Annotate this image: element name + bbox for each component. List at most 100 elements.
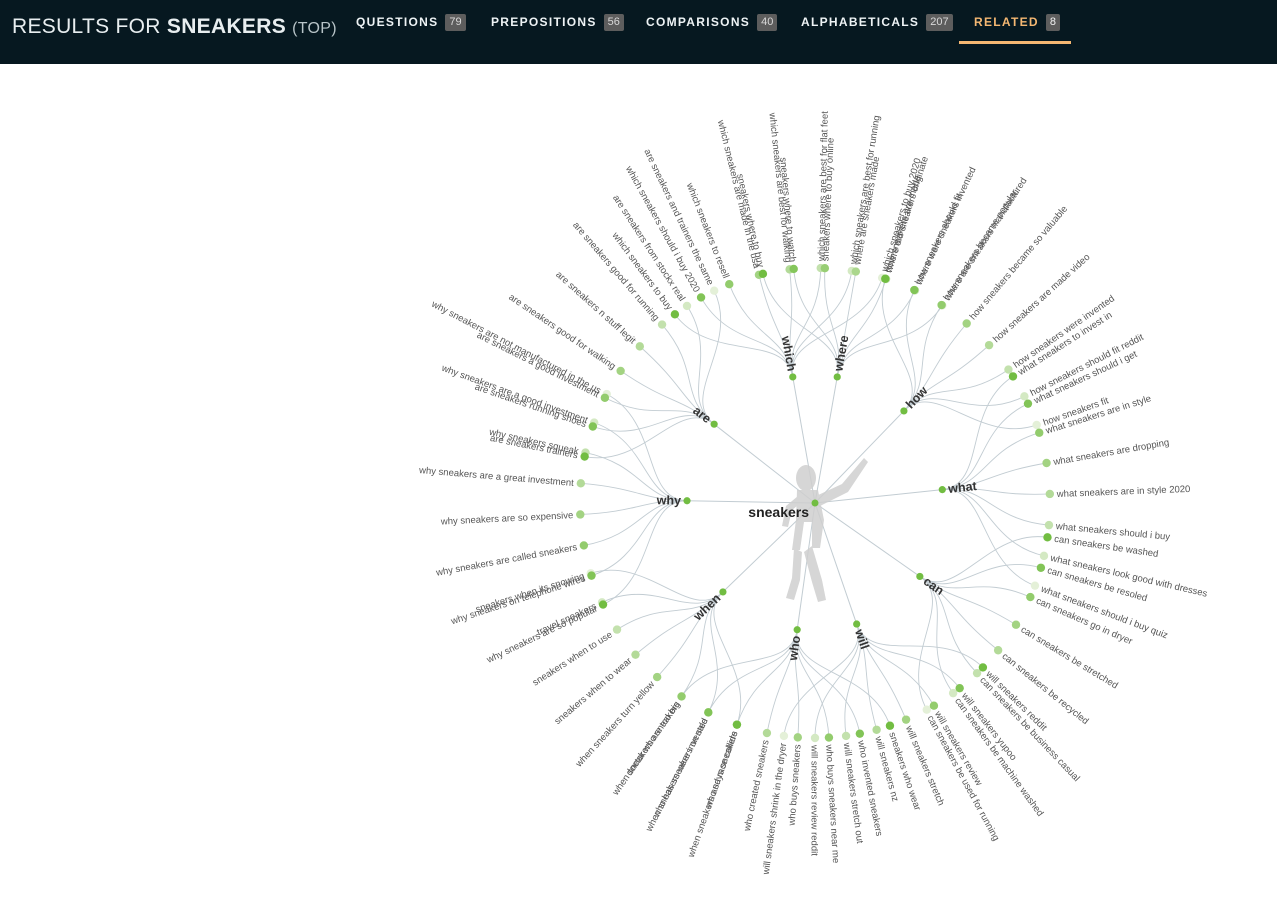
leaf-node[interactable] [598,600,608,609]
branch-label-what[interactable]: what [947,479,979,496]
leaf-node[interactable] [1035,428,1044,437]
leaf-label[interactable]: how sneakers became so valuable [968,204,1070,322]
results-header: RESULTS FOR SNEAKERS (TOP) QUESTIONS 79 … [0,0,1277,64]
leaf-node[interactable] [855,729,865,738]
leaf-node[interactable] [1036,563,1046,572]
leaf-node[interactable] [978,663,988,672]
leaf-node[interactable] [851,267,861,276]
leaf-node[interactable] [1039,551,1049,561]
leaf-node[interactable] [670,310,680,319]
branch-label-are[interactable]: are [690,403,713,426]
branch-node[interactable] [683,497,691,505]
leaf-label[interactable]: why sneakers are so expensive [440,510,574,528]
leaf-node[interactable] [820,264,830,273]
branch-node[interactable] [710,420,718,428]
leaf-node[interactable] [779,731,789,741]
leaf-node[interactable] [1011,620,1021,629]
tab-count-badge: 8 [1045,13,1061,31]
leaf-node[interactable] [1032,420,1041,430]
branch-label-who[interactable]: who [786,634,804,662]
leaf-node[interactable] [993,646,1003,655]
branch-label-why[interactable]: why [656,493,682,507]
leaf-label[interactable]: who buys sneakers near me [823,743,841,863]
leaf-node[interactable] [612,625,622,634]
leaf-node[interactable] [962,319,971,328]
branch-label-where[interactable]: where [831,334,851,373]
branch-node[interactable] [853,620,861,628]
leaf-node[interactable] [588,422,598,431]
leaf-node[interactable] [824,733,834,742]
leaf-node[interactable] [710,286,719,295]
leaf-node[interactable] [1043,533,1052,542]
leaf-link [602,500,688,605]
leaf-node[interactable] [1045,489,1055,499]
leaf-node[interactable] [652,672,662,682]
center-keyword: sneakers [748,504,809,520]
leaf-node[interactable] [872,725,881,734]
branch-node[interactable] [793,626,801,634]
leaf-node[interactable] [576,510,585,519]
leaf-node[interactable] [1042,458,1051,468]
leaf-node[interactable] [922,705,931,714]
leaf-node[interactable] [677,692,686,701]
leaf-node[interactable] [885,721,895,730]
leaf-node[interactable] [1023,399,1033,408]
tab-count-badge: 207 [926,13,953,31]
leaf-node[interactable] [1026,592,1035,602]
leaf-node[interactable] [984,340,994,350]
branch-node[interactable] [900,407,908,415]
leaf-node[interactable] [841,731,851,741]
leaf-node[interactable] [762,728,772,738]
leaf-node[interactable] [635,342,645,351]
leaf-label[interactable]: what sneakers are in style 2020 [1056,484,1191,500]
leaf-node[interactable] [682,301,692,311]
leaf-node[interactable] [1004,365,1013,374]
branch-node[interactable] [719,588,727,596]
leaf-node[interactable] [810,733,820,743]
leaf-label[interactable]: who buys sneakers [787,744,804,827]
leaf-label[interactable]: why sneakers are a great investment [418,465,575,489]
leaf-node[interactable] [732,720,742,729]
leaf-node[interactable] [704,708,713,717]
branch-node[interactable] [789,373,797,381]
leaf-node[interactable] [901,715,911,724]
leaf-node[interactable] [1020,392,1029,401]
tab-label: ALPHABETICALS [801,15,920,29]
branch-label-can[interactable]: can [921,574,947,598]
leaf-node[interactable] [910,285,919,295]
leaf-node[interactable] [1030,581,1040,590]
leaf-node[interactable] [1044,520,1054,530]
leaf-node[interactable] [587,571,596,580]
tab-questions[interactable]: QUESTIONS 79 [356,0,466,44]
tab-count-badge: 40 [757,13,778,31]
leaf-node[interactable] [580,452,589,461]
leaf-node[interactable] [576,479,586,488]
leaf-node[interactable] [600,393,610,402]
leaf-node[interactable] [725,280,734,289]
branch-node[interactable] [938,486,946,494]
leaf-node[interactable] [793,733,802,742]
leaf-node[interactable] [758,269,768,279]
leaf-node[interactable] [955,683,964,693]
leaf-node[interactable] [631,650,640,659]
leaf-label[interactable]: are sneakers running shoes [473,382,588,431]
tab-comparisons[interactable]: COMPARISONS 40 [646,0,778,44]
leaf-node[interactable] [789,264,798,274]
leaf-label[interactable]: why sneakers are called sneakers [434,542,578,579]
branch-node[interactable] [916,572,924,581]
leaf-node[interactable] [1008,372,1018,381]
leaf-node[interactable] [657,320,667,329]
leaf-label[interactable]: what sneakers are dropping [1052,437,1170,468]
leaf-label[interactable]: will sneakers review reddit [809,744,820,856]
leaf-node[interactable] [937,300,946,310]
leaf-node[interactable] [929,701,939,710]
branch-label-which[interactable]: which [779,334,799,372]
branch-node[interactable] [833,373,841,381]
leaf-node[interactable] [579,541,589,550]
tab-alphabeticals[interactable]: ALPHABETICALS 207 [801,0,953,44]
leaf-node[interactable] [616,366,625,376]
leaf-node[interactable] [881,274,890,283]
tab-related[interactable]: RELATED 8 [974,0,1061,44]
tab-prepositions[interactable]: PREPOSITIONS 56 [491,0,624,44]
leaf-node[interactable] [696,293,706,302]
